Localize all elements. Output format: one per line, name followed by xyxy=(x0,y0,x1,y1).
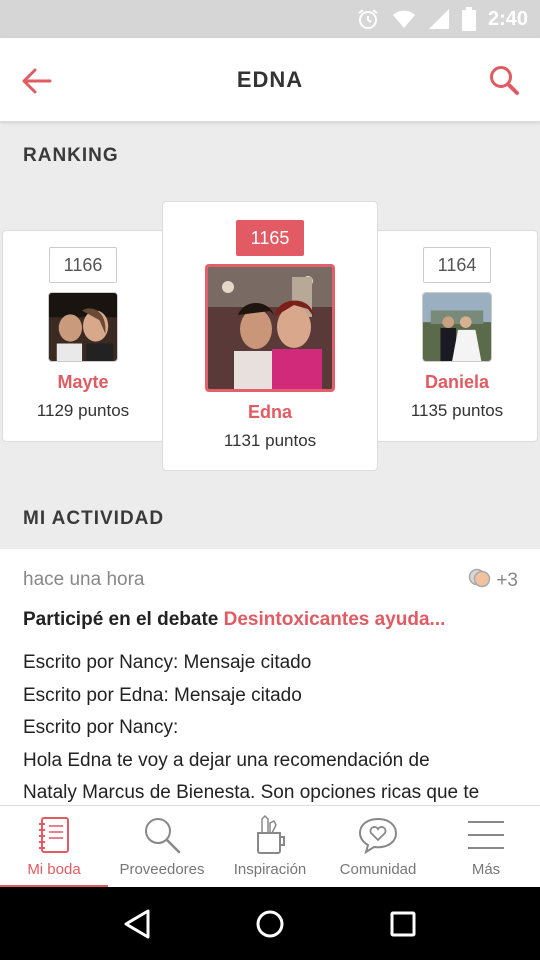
notebook-icon xyxy=(37,815,71,855)
heart-chat-icon xyxy=(358,815,398,855)
activity-line: Escrito por Nancy: Mensaje citado xyxy=(23,652,312,673)
ranking-points: 1135 puntos xyxy=(410,401,504,420)
rank-badge-active: 1165 xyxy=(236,220,304,256)
nav-mi-boda[interactable]: Mi boda xyxy=(0,806,108,888)
avatar xyxy=(205,264,335,392)
search-icon xyxy=(142,815,182,855)
battery-icon xyxy=(461,7,476,31)
activity-body: Escrito por Nancy: Mensaje citado Escrit… xyxy=(23,647,523,807)
rank-badge: 1164 xyxy=(423,247,491,283)
nav-label: Proveedores xyxy=(119,861,205,878)
ranking-section-title: RANKING xyxy=(23,145,119,166)
ranking-points: 1129 puntos xyxy=(36,401,130,420)
home-circle-icon[interactable] xyxy=(250,904,290,944)
ranking-card-mayte[interactable]: 1166 Mayte 1129 puntos xyxy=(2,230,164,442)
back-arrow-icon[interactable] xyxy=(20,64,54,98)
avatar xyxy=(422,292,492,362)
ranking-name: Mayte xyxy=(57,372,109,392)
activity-section-title: MI ACTIVIDAD xyxy=(23,508,165,529)
activity-card[interactable]: hace una hora +3 Participé en el debate … xyxy=(0,549,540,807)
ranking-name: Daniela xyxy=(424,372,490,392)
activity-line: Escrito por Nancy: xyxy=(23,717,179,738)
signal-icon xyxy=(428,8,450,30)
ranking-name: Edna xyxy=(247,402,292,422)
ranking-card-daniela[interactable]: 1164 Daniela 1135 puntos xyxy=(376,230,538,442)
nav-label: Comunidad xyxy=(339,861,417,878)
pencil-cup-icon xyxy=(252,815,288,855)
activity-line: Hola Edna te voy a dejar una recomendaci… xyxy=(23,749,430,771)
nav-comunidad[interactable]: Comunidad xyxy=(324,806,432,888)
status-bar: 2:40 xyxy=(0,0,540,38)
chat-bubble-icon xyxy=(468,567,492,595)
recents-square-icon[interactable] xyxy=(383,904,423,944)
alarm-icon xyxy=(356,7,380,31)
status-time: 2:40 xyxy=(487,7,528,30)
activity-lead: Participé en el debate Desintoxicantes a… xyxy=(23,609,445,631)
system-nav-bar xyxy=(0,887,540,960)
activity-line: Escrito por Edna: Mensaje citado xyxy=(23,684,302,706)
comment-count-text: +3 xyxy=(496,570,518,591)
activity-lead-text: Participé en el debate xyxy=(23,609,219,630)
activity-line: Nataly Marcus de Bienesta. Son opciones … xyxy=(23,782,480,803)
avatar xyxy=(48,292,118,362)
app-header: EDNA xyxy=(0,38,540,122)
page-title: EDNA xyxy=(236,66,304,92)
menu-icon xyxy=(466,815,506,855)
nav-label: Más xyxy=(471,861,501,878)
ranking-card-edna[interactable]: 1165 Edna 1131 puntos xyxy=(162,201,378,471)
debate-link[interactable]: Desintoxicantes ayuda... xyxy=(224,609,446,630)
nav-mas[interactable]: Más xyxy=(432,806,540,888)
search-icon[interactable] xyxy=(486,62,522,98)
nav-label: Mi boda xyxy=(27,861,81,878)
comment-count: +3 xyxy=(468,567,518,595)
activity-time: hace una hora xyxy=(23,569,145,590)
rank-badge: 1166 xyxy=(49,247,117,283)
back-triangle-icon[interactable] xyxy=(117,904,157,944)
wifi-icon xyxy=(392,8,416,30)
ranking-points: 1131 puntos xyxy=(223,431,317,450)
nav-label: Inspiración xyxy=(233,861,307,878)
nav-inspiracion[interactable]: Inspiración xyxy=(216,806,324,888)
nav-proveedores[interactable]: Proveedores xyxy=(108,806,216,888)
bottom-nav: Mi boda Proveedores Inspiración Comunida… xyxy=(0,805,540,888)
